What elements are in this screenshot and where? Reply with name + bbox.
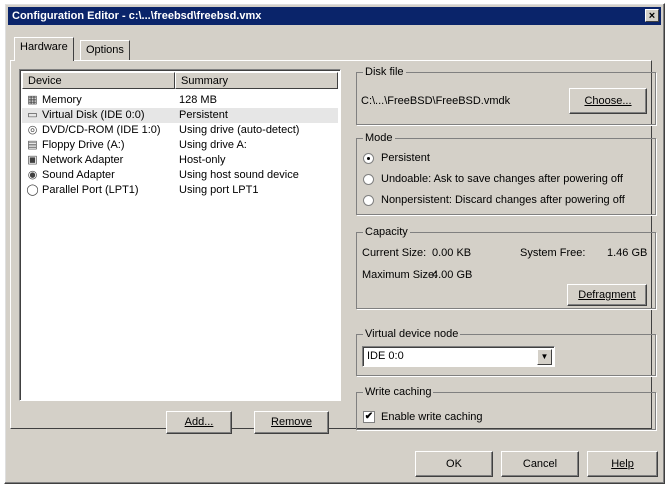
device-name: Sound Adapter (42, 169, 115, 181)
undoable-radio-label: Undoable: Ask to save changes after powe… (381, 173, 623, 185)
device-summary: Using drive (auto-detect) (179, 124, 300, 136)
device-summary: Using port LPT1 (179, 184, 259, 196)
persistent-radio-label: Persistent (381, 152, 430, 164)
device-name: DVD/CD-ROM (IDE 1:0) (42, 124, 161, 136)
device-row-virtual-disk[interactable]: ▭ Virtual Disk (IDE 0:0) Persistent (22, 108, 338, 123)
help-button[interactable]: Help (587, 451, 658, 477)
nonpersistent-radio[interactable] (363, 195, 374, 206)
write-caching-group-label: Write caching (363, 386, 434, 399)
device-row-memory[interactable]: ▦ Memory 128 MB (22, 93, 338, 108)
add-button[interactable]: Add... (166, 411, 232, 434)
device-name: Parallel Port (LPT1) (42, 184, 139, 196)
tab-options[interactable]: Options (80, 40, 130, 60)
device-row-floppy[interactable]: ▤ Floppy Drive (A:) Using drive A: (22, 138, 338, 153)
system-free-value: 1.46 GB (607, 247, 648, 259)
device-summary: 128 MB (179, 94, 217, 106)
sound-icon: ◉ (27, 169, 38, 181)
ok-button-label: OK (446, 458, 462, 470)
persistent-radio[interactable] (363, 153, 374, 164)
disk-icon: ▭ (27, 109, 38, 121)
capacity-group-label: Capacity (363, 226, 410, 239)
add-button-label: Add... (184, 416, 214, 428)
defragment-button[interactable]: Defragment (567, 284, 647, 306)
undoable-radio[interactable] (363, 174, 374, 185)
tab-options-label: Options (86, 44, 124, 56)
device-row-dvd-cdrom[interactable]: ◎ DVD/CD-ROM (IDE 1:0) Using drive (auto… (22, 123, 338, 138)
virtual-device-node-value: IDE 0:0 (367, 350, 404, 362)
enable-write-caching-label: Enable write caching (381, 411, 483, 423)
maximum-size-value: 4.00 GB (432, 269, 473, 281)
tab-hardware-label: Hardware (20, 41, 68, 53)
floppy-icon: ▤ (27, 139, 38, 151)
choose-button[interactable]: Choose... (569, 88, 647, 114)
column-header-device[interactable]: Device (22, 72, 175, 89)
cancel-button-label: Cancel (522, 458, 558, 470)
device-name: Floppy Drive (A:) (42, 139, 125, 151)
window-title: Configuration Editor - c:\...\freebsd\fr… (12, 10, 262, 22)
network-icon: ▣ (27, 154, 38, 166)
disk-file-path: C:\...\FreeBSD\FreeBSD.vmdk (361, 95, 511, 107)
remove-button-label: Remove (271, 416, 312, 428)
ok-button[interactable]: OK (415, 451, 493, 477)
close-icon[interactable]: × (645, 9, 659, 22)
cdrom-icon: ◎ (27, 124, 38, 136)
choose-button-label: Choose... (584, 95, 632, 107)
device-list-header: Device Summary (22, 72, 338, 89)
device-row-sound[interactable]: ◉ Sound Adapter Using host sound device (22, 168, 338, 183)
virtual-device-node-group-label: Virtual device node (363, 328, 461, 341)
device-row-network[interactable]: ▣ Network Adapter Host-only (22, 153, 338, 168)
disk-file-group-label: Disk file (363, 66, 406, 79)
enable-write-caching-checkbox[interactable]: ✔ (363, 411, 375, 423)
remove-button[interactable]: Remove (254, 411, 329, 434)
tab-hardware[interactable]: Hardware (14, 37, 74, 61)
system-free-label: System Free: (520, 247, 586, 259)
chevron-down-icon[interactable]: ▼ (537, 349, 552, 365)
current-size-label: Current Size: (362, 247, 427, 259)
device-summary: Using drive A: (179, 139, 247, 151)
parallel-port-icon: ◯ (26, 184, 39, 196)
defragment-button-label: Defragment (578, 289, 636, 301)
maximum-size-label: Maximum Size: (362, 269, 438, 281)
virtual-device-node-select[interactable]: IDE 0:0 ▼ (362, 346, 555, 367)
device-summary: Host-only (179, 154, 226, 166)
device-list[interactable]: Device Summary ▦ Memory 128 MB ▭ Virtual… (19, 69, 341, 401)
memory-icon: ▦ (27, 94, 38, 106)
device-name: Memory (42, 94, 82, 106)
mode-group-label: Mode (363, 132, 395, 145)
title-bar: Configuration Editor - c:\...\freebsd\fr… (8, 7, 661, 25)
current-size-value: 0.00 KB (432, 247, 472, 259)
device-name: Virtual Disk (IDE 0:0) (42, 109, 145, 121)
nonpersistent-radio-label: Nonpersistent: Discard changes after pow… (381, 194, 625, 206)
device-row-parallel-port[interactable]: ◯ Parallel Port (LPT1) Using port LPT1 (22, 183, 338, 198)
device-summary: Using host sound device (179, 169, 299, 181)
cancel-button[interactable]: Cancel (501, 451, 579, 477)
help-button-label: Help (611, 458, 634, 470)
device-summary: Persistent (179, 109, 228, 121)
device-name: Network Adapter (42, 154, 124, 166)
column-header-summary[interactable]: Summary (175, 72, 338, 89)
